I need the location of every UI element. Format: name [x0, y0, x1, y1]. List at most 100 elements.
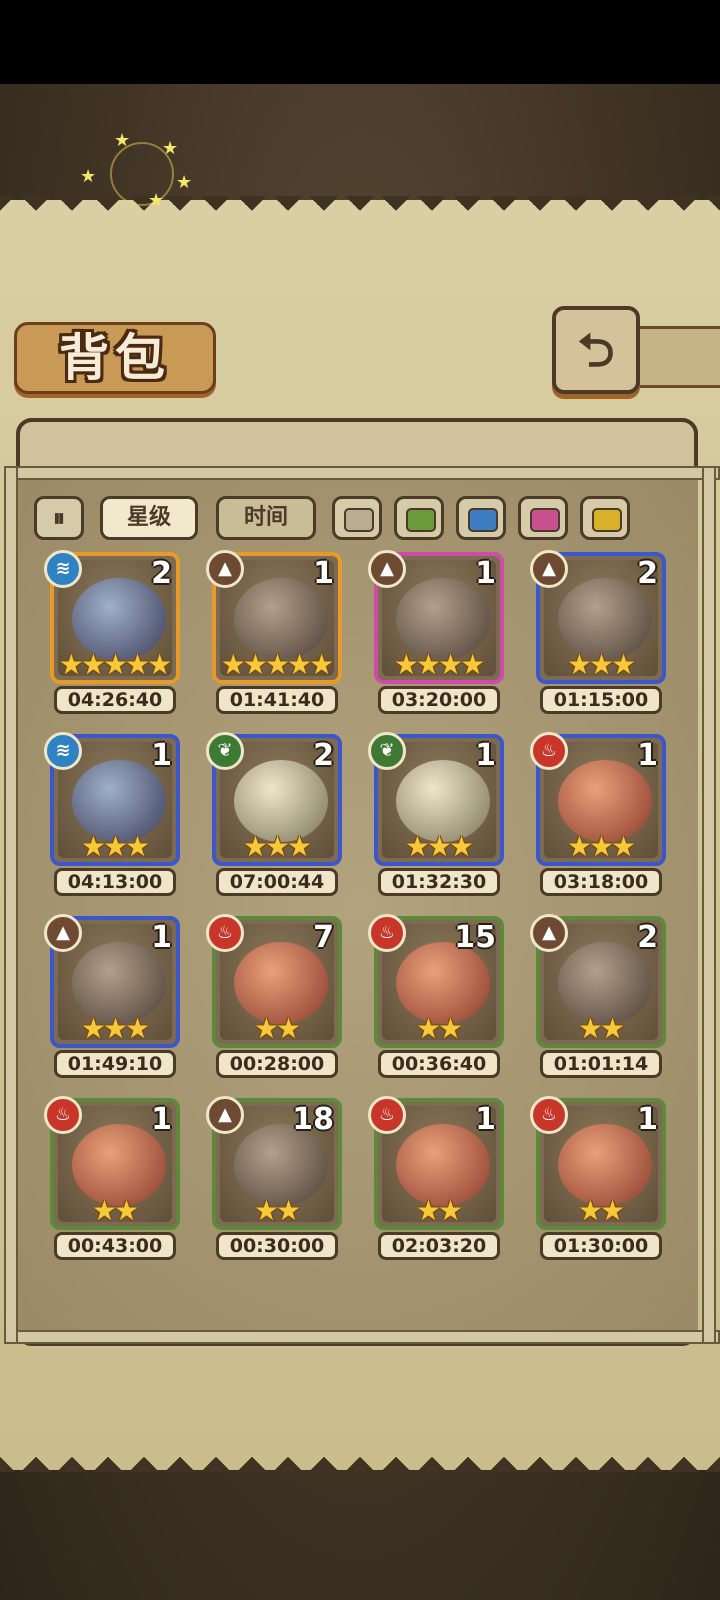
filter-gray-button[interactable] — [332, 496, 382, 540]
item-timer: 07:00:44 — [216, 868, 338, 896]
item-grid: ≋ 2 ★★★★★ 04:26:40 ▲ 1 ★★★★★ 01:41:40 ▲ 1 ★★★★ 03:2… — [44, 550, 684, 1272]
sort-by-star-button[interactable]: 星级 — [100, 496, 198, 540]
star-rating-icon: ★★★ — [80, 1012, 150, 1045]
sort-by-time-button[interactable]: 时间 — [216, 496, 316, 540]
fire-element-icon: ♨ — [44, 1096, 82, 1134]
filter-yellow-swatch — [592, 508, 622, 532]
item-timer: 02:03:20 — [378, 1232, 500, 1260]
fire-element-icon: ♨ — [206, 914, 244, 952]
back-button[interactable]: ⮌ — [552, 306, 640, 394]
earth-element-icon: ▲ — [44, 914, 82, 952]
item-timer: 00:28:00 — [216, 1050, 338, 1078]
filter-blue-swatch — [468, 508, 498, 532]
item-count: 1 — [151, 920, 172, 955]
sort-by-star-label: 星级 — [126, 505, 171, 530]
item-card[interactable]: ♨ 7 ★★ 00:28:00 — [206, 914, 346, 1094]
filter-blue-button[interactable] — [456, 496, 506, 540]
item-timer: 00:30:00 — [216, 1232, 338, 1260]
item-timer: 00:43:00 — [54, 1232, 176, 1260]
item-count: 1 — [313, 556, 334, 591]
item-count: 1 — [475, 1102, 496, 1137]
item-count: 1 — [475, 556, 496, 591]
item-timer: 01:41:40 — [216, 686, 338, 714]
item-card[interactable]: ♨ 1 ★★★ 03:18:00 — [530, 732, 670, 912]
earth-element-icon: ▲ — [206, 1096, 244, 1134]
filter-pink-button[interactable] — [518, 496, 568, 540]
back-arrow-icon: ⮌ — [577, 323, 615, 377]
star-rating-icon: ★★ — [577, 1012, 625, 1045]
frame-rail-top — [4, 466, 720, 480]
item-card[interactable]: ♨ 1 ★★ 02:03:20 — [368, 1096, 508, 1276]
item-count: 7 — [313, 920, 334, 955]
earth-element-icon: ▲ — [206, 550, 244, 588]
sort-order-button[interactable]: ⏸ — [34, 496, 84, 540]
sort-toggle-icon: ⏸ — [53, 504, 65, 532]
item-timer: 01:49:10 — [54, 1050, 176, 1078]
item-count: 2 — [313, 738, 334, 773]
item-card[interactable]: ♨ 1 ★★ 00:43:00 — [44, 1096, 184, 1276]
star-rating-icon: ★★ — [577, 1194, 625, 1227]
earth-element-icon: ▲ — [530, 914, 568, 952]
filter-toolbar: ⏸ 星级 时间 — [34, 496, 674, 546]
fire-element-icon: ♨ — [368, 1096, 406, 1134]
star-rating-icon: ★★★ — [404, 830, 474, 863]
star-rating-icon: ★★★★★ — [58, 648, 173, 681]
grass-element-icon: ❦ — [206, 732, 244, 770]
item-timer: 03:20:00 — [378, 686, 500, 714]
torn-edge-bottom — [0, 1448, 720, 1472]
item-card[interactable]: ▲ 1 ★★★ 01:49:10 — [44, 914, 184, 1094]
star-rating-icon: ★★ — [253, 1194, 301, 1227]
filter-green-swatch — [406, 508, 436, 532]
item-count: 1 — [637, 738, 658, 773]
page-title: 背包 — [59, 329, 171, 387]
item-card[interactable]: ♨ 1 ★★ 01:30:00 — [530, 1096, 670, 1276]
back-bar — [632, 326, 720, 388]
item-card[interactable]: ▲ 2 ★★★ 01:15:00 — [530, 550, 670, 730]
item-count: 15 — [454, 920, 496, 955]
earth-element-icon: ▲ — [368, 550, 406, 588]
water-element-icon: ≋ — [44, 732, 82, 770]
star-rating-icon: ★★★ — [566, 648, 636, 681]
item-count: 18 — [292, 1102, 334, 1137]
item-count: 1 — [151, 738, 172, 773]
item-timer: 04:13:00 — [54, 868, 176, 896]
fire-element-icon: ♨ — [530, 732, 568, 770]
star-rating-icon: ★★★ — [80, 830, 150, 863]
item-timer: 00:36:40 — [378, 1050, 500, 1078]
star-rating-icon: ★★★★★ — [220, 648, 335, 681]
star-rating-icon: ★★ — [91, 1194, 139, 1227]
star-rating-icon: ★★ — [253, 1012, 301, 1045]
filter-green-button[interactable] — [394, 496, 444, 540]
filter-yellow-button[interactable] — [580, 496, 630, 540]
item-count: 1 — [637, 1102, 658, 1137]
item-card[interactable]: ▲ 1 ★★★★★ 01:41:40 — [206, 550, 346, 730]
item-card[interactable]: ▲ 1 ★★★★ 03:20:00 — [368, 550, 508, 730]
item-count: 1 — [151, 1102, 172, 1137]
star-rating-icon: ★★★★ — [393, 648, 485, 681]
title-plate: 背包 — [14, 322, 216, 394]
filter-pink-swatch — [530, 508, 560, 532]
stars-decoration-icon: ★ ★ ★ ★ ★ — [80, 130, 193, 211]
frame-rail-bottom — [4, 1330, 720, 1344]
item-card[interactable]: ▲ 18 ★★ 00:30:00 — [206, 1096, 346, 1276]
item-card[interactable]: ≋ 1 ★★★ 04:13:00 — [44, 732, 184, 912]
item-count: 2 — [637, 920, 658, 955]
item-timer: 04:26:40 — [54, 686, 176, 714]
water-element-icon: ≋ — [44, 550, 82, 588]
item-card[interactable]: ▲ 2 ★★ 01:01:14 — [530, 914, 670, 1094]
earth-element-icon: ▲ — [530, 550, 568, 588]
frame-rail-right — [702, 466, 716, 1344]
frame-rail-left — [4, 466, 18, 1344]
item-timer: 01:32:30 — [378, 868, 500, 896]
item-count: 2 — [637, 556, 658, 591]
item-card[interactable]: ♨ 15 ★★ 00:36:40 — [368, 914, 508, 1094]
item-timer: 03:18:00 — [540, 868, 662, 896]
star-rating-icon: ★★ — [415, 1194, 463, 1227]
item-card[interactable]: ≋ 2 ★★★★★ 04:26:40 — [44, 550, 184, 730]
fire-element-icon: ♨ — [530, 1096, 568, 1134]
item-card[interactable]: ❦ 2 ★★★ 07:00:44 — [206, 732, 346, 912]
item-card[interactable]: ❦ 1 ★★★ 01:32:30 — [368, 732, 508, 912]
item-timer: 01:01:14 — [540, 1050, 662, 1078]
sort-by-time-label: 时间 — [243, 505, 288, 530]
status-bar — [0, 0, 720, 84]
